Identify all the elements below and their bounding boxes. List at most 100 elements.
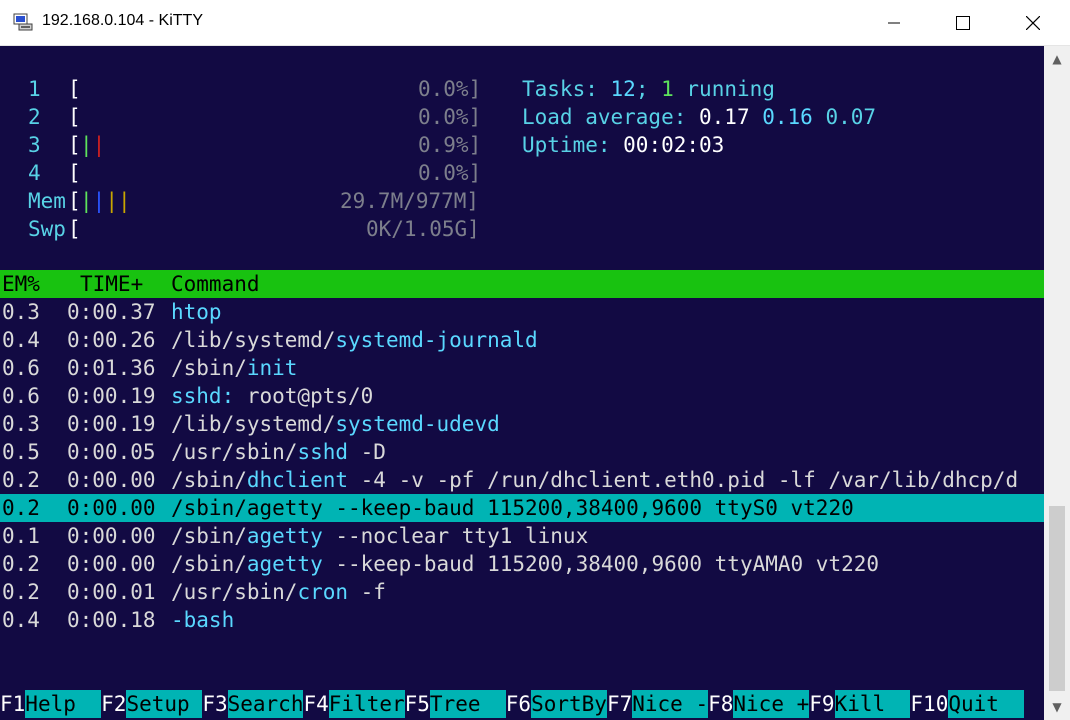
maximize-button[interactable] <box>940 0 986 45</box>
cpu-meter-1: 1 <box>28 75 41 103</box>
process-mem: 0.4 <box>2 608 40 632</box>
mem-label: Mem <box>28 189 66 213</box>
process-command: /lib/systemd/systemd-udevd <box>171 410 500 438</box>
table-row[interactable]: 0.6 0:01.36/sbin/init <box>0 354 1044 382</box>
function-key-number: F10 <box>910 690 949 718</box>
process-mem: 0.2 <box>2 468 40 492</box>
tasks-separator: ; <box>635 77 662 101</box>
meter-open-bracket: [ <box>68 189 81 213</box>
process-command: /sbin/init <box>171 354 297 382</box>
function-key-label: Nice + <box>733 690 810 718</box>
process-mem: 0.5 <box>2 440 40 464</box>
function-key-f7[interactable]: F7Nice - <box>606 690 709 718</box>
command-path: /sbin/ <box>171 496 247 520</box>
swap-label: Swp <box>28 217 66 241</box>
meter-open-bracket: [ <box>68 105 81 129</box>
scroll-down-arrow-icon[interactable]: ▼ <box>1044 694 1070 720</box>
process-table-header[interactable]: EM% TIME+ Command <box>0 270 1044 298</box>
command-args: -f <box>348 580 386 604</box>
command-args: root@pts/0 <box>234 384 374 408</box>
command-args: --noclear tty1 linux <box>322 524 589 548</box>
function-key-f4[interactable]: F4Filter <box>303 690 405 718</box>
function-key-number: F1 <box>0 690 26 718</box>
tasks-count: 12 <box>610 77 636 101</box>
column-time-header[interactable]: TIME+ <box>80 270 143 298</box>
process-command: /sbin/agetty --keep-baud 115200,38400,96… <box>171 494 854 522</box>
function-key-label: Kill <box>834 690 911 718</box>
process-time: 0:00.26 <box>67 328 156 352</box>
function-key-number: F8 <box>708 690 734 718</box>
table-row[interactable]: 0.2 0:00.01/usr/sbin/cron -f <box>0 578 1044 606</box>
table-row[interactable]: 0.2 0:00.00/sbin/agetty --keep-baud 11520… <box>0 550 1044 578</box>
meter-open-bracket: [ <box>68 133 81 157</box>
process-command: htop <box>171 298 222 326</box>
column-mem-header[interactable]: EM% <box>2 270 40 298</box>
function-key-f1[interactable]: F1Help <box>0 690 102 718</box>
scrollbar-thumb[interactable] <box>1049 506 1065 691</box>
running-label: running <box>673 77 775 101</box>
cpu-meter-3: 3 <box>28 131 41 159</box>
table-row[interactable]: 0.2 0:00.00/sbin/agetty --keep-baud 11520… <box>0 494 1044 522</box>
table-row[interactable]: 0.5 0:00.05/usr/sbin/sshd -D <box>0 438 1044 466</box>
command-args: --keep-baud 115200,38400,9600 ttyAMA0 vt… <box>322 552 880 576</box>
kitty-terminal-icon <box>13 13 33 31</box>
process-command: /sbin/dhclient -4 -v -pf /run/dhclient.e… <box>171 466 1018 494</box>
command-name: systemd-journald <box>335 328 538 352</box>
scroll-up-arrow-icon[interactable]: ▲ <box>1044 46 1070 72</box>
function-key-f6[interactable]: F6SortBy <box>505 690 607 718</box>
terminal-screen[interactable]: 1 [ 0.0%] 2 [ 0.0%] 3 [ || 0.9%] 4 [ 0.0… <box>0 46 1044 720</box>
process-command: /usr/sbin/cron -f <box>171 578 386 606</box>
cpu-meter-4: 4 <box>28 159 41 187</box>
table-row[interactable]: 0.1 0:00.00/sbin/agetty --noclear tty1 li… <box>0 522 1044 550</box>
cpu-value: 0.0%] <box>418 105 482 129</box>
minimize-button[interactable] <box>871 0 917 45</box>
function-key-label: Quit <box>948 690 1025 718</box>
command-name: init <box>246 356 298 380</box>
mem-bar: |||| <box>80 189 131 213</box>
mem-value: 29.7M/977M] <box>340 189 480 213</box>
window-titlebar[interactable]: 192.168.0.104 - KiTTY <box>0 0 1070 46</box>
swap-meter: Swp <box>28 215 66 243</box>
function-key-number: F4 <box>303 690 329 718</box>
process-mem: 0.1 <box>2 524 40 548</box>
process-time: 0:00.18 <box>67 608 156 632</box>
table-row[interactable]: 0.3 0:00.37 htop <box>0 298 1044 326</box>
cpu-value: 0.0%] <box>418 77 482 101</box>
close-button[interactable] <box>1010 0 1056 45</box>
function-key-label: Help <box>25 690 102 718</box>
meter-open-bracket: [ <box>68 161 81 185</box>
tasks-summary: Tasks: 12; 1 running <box>522 75 775 103</box>
function-key-f9[interactable]: F9Kill <box>809 690 911 718</box>
table-row[interactable]: 0.3 0:00.19/lib/systemd/systemd-udevd <box>0 410 1044 438</box>
running-count: 1 <box>661 77 674 101</box>
command-name: systemd-udevd <box>335 412 500 436</box>
function-key-f2[interactable]: F2Setup <box>101 690 203 718</box>
table-row[interactable]: 0.6 0:00.19 sshd: root@pts/0 <box>0 382 1044 410</box>
process-mem: 0.2 <box>2 580 40 604</box>
process-time: 0:00.00 <box>67 496 156 520</box>
load-label: Load average: <box>522 105 700 129</box>
command-name: sshd: <box>171 384 235 408</box>
command-path: /sbin/ <box>171 524 247 548</box>
column-command-header[interactable]: Command <box>171 270 260 298</box>
command-name: -bash <box>171 608 235 632</box>
cpu-meter-2: 2 <box>28 103 41 131</box>
function-key-f3[interactable]: F3Search <box>202 690 304 718</box>
function-key-f5[interactable]: F5Tree <box>404 690 506 718</box>
function-key-number: F3 <box>202 690 228 718</box>
table-row[interactable]: 0.2 0:00.00/sbin/dhclient -4 -v -pf /run/… <box>0 466 1044 494</box>
function-key-f8[interactable]: F8Nice + <box>708 690 810 718</box>
vertical-scrollbar[interactable]: ▲ ▼ <box>1044 46 1070 720</box>
table-row[interactable]: 0.4 0:00.26/lib/systemd/systemd-journald <box>0 326 1044 354</box>
function-key-f10[interactable]: F10Quit <box>910 690 1025 718</box>
process-mem: 0.6 <box>2 356 40 380</box>
window-title: 192.168.0.104 - KiTTY <box>42 12 203 29</box>
command-path: /usr/sbin/ <box>171 440 298 464</box>
process-command: /usr/sbin/sshd -D <box>171 438 386 466</box>
table-row[interactable]: 0.4 0:00.18 -bash <box>0 606 1044 634</box>
uptime-value: 00:02:03 <box>623 133 725 157</box>
function-key-number: F9 <box>809 690 835 718</box>
process-mem: 0.4 <box>2 328 40 352</box>
process-time: 0:00.00 <box>67 468 156 492</box>
load-15min: 0.07 <box>825 105 877 129</box>
